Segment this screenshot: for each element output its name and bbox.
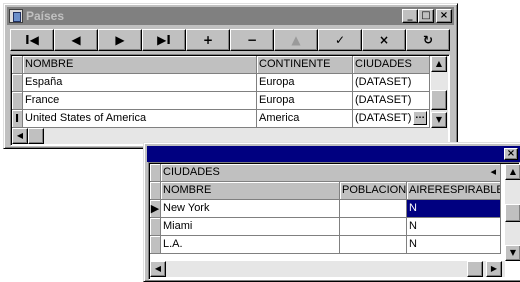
row-indicator [12, 74, 23, 92]
close-button[interactable]: × [436, 9, 452, 23]
column-header-nombre[interactable]: NOMBRE [161, 182, 340, 200]
column-header-aire[interactable]: AIRERESPIRABLE [407, 182, 501, 200]
table-row[interactable]: France Europa (DATASET) [12, 92, 430, 110]
paises-grid[interactable]: NOMBRE CONTINENTE CIUDADES España Europa… [10, 54, 450, 146]
column-header-poblacion[interactable]: POBLACION [340, 182, 407, 200]
cancel-edit-button[interactable]: × [362, 29, 406, 51]
scroll-down-button[interactable]: ▼ [431, 112, 447, 128]
scroll-down-button[interactable]: ▼ [505, 245, 520, 261]
band-title: CIUDADES [163, 166, 220, 178]
scroll-left-button[interactable]: ◀ [150, 261, 166, 277]
post-record-button[interactable]: ✓ [318, 29, 362, 51]
cell-nombre[interactable]: France [23, 92, 257, 110]
cell-poblacion[interactable] [340, 236, 407, 254]
vertical-scrollbar[interactable]: ▲ ▼ [505, 164, 520, 261]
cell-nombre[interactable]: España [23, 74, 257, 92]
band-header-row: CIUDADES ◂ [150, 164, 501, 182]
ellipsis-button[interactable]: … [413, 111, 427, 125]
cell-nombre[interactable]: Miami [161, 218, 340, 236]
grid-header-row: NOMBRE POBLACION AIRERESPIRABLE [150, 182, 501, 200]
header-indicator [150, 182, 161, 200]
scroll-left-button[interactable]: ◀ [12, 128, 28, 144]
minimize-button[interactable]: _ [402, 9, 418, 23]
cell-continente[interactable]: America [257, 110, 353, 128]
cell-continente[interactable]: Europa [257, 92, 353, 110]
header-indicator [12, 56, 23, 74]
cell-ciudades-text: (DATASET) [355, 112, 412, 124]
cell-ciudades[interactable]: (DATASET) [353, 74, 430, 92]
scroll-up-button[interactable]: ▲ [505, 164, 520, 180]
hscroll-thumb[interactable] [28, 128, 44, 144]
dataset-navigator: I◀ ◀ ▶ ▶I + − ▲ ✓ × ↻ [10, 29, 450, 51]
cell-poblacion[interactable] [340, 200, 407, 218]
band-indicator [150, 164, 161, 182]
paises-titlebar[interactable]: Países _ □ × [7, 7, 454, 25]
window-title: Países [26, 9, 65, 23]
maximize-button[interactable]: □ [418, 9, 434, 23]
cell-ciudades[interactable]: (DATASET) … [353, 110, 430, 128]
close-button[interactable]: × [504, 148, 518, 160]
hscroll-thumb[interactable] [467, 261, 483, 277]
cell-aire-selected[interactable]: N [407, 200, 501, 218]
table-row[interactable]: Miami N [150, 218, 501, 236]
table-row[interactable]: España Europa (DATASET) [12, 74, 430, 92]
last-record-button[interactable]: ▶I [142, 29, 186, 51]
prior-record-button[interactable]: ◀ [54, 29, 98, 51]
insert-record-button[interactable]: + [186, 29, 230, 51]
scroll-thumb[interactable] [505, 204, 520, 222]
cell-nombre[interactable]: New York [161, 200, 340, 218]
next-record-button[interactable]: ▶ [98, 29, 142, 51]
row-indicator [150, 218, 161, 236]
vertical-scrollbar[interactable]: ▲ ▼ [431, 56, 448, 128]
cell-nombre[interactable]: L.A. [161, 236, 340, 254]
grid-header-row: NOMBRE CONTINENTE CIUDADES [12, 56, 430, 74]
row-indicator [150, 236, 161, 254]
scroll-up-button[interactable]: ▲ [431, 56, 447, 72]
table-row[interactable]: L.A. N [150, 236, 501, 254]
cell-continente[interactable]: Europa [257, 74, 353, 92]
cell-poblacion[interactable] [340, 218, 407, 236]
column-header-continente[interactable]: CONTINENTE [257, 56, 353, 74]
row-indicator [12, 92, 23, 110]
cell-aire[interactable]: N [407, 218, 501, 236]
current-row-indicator: ▶ [150, 200, 161, 218]
scroll-right-button[interactable]: ▶ [486, 261, 502, 277]
horizontal-scrollbar[interactable]: ◀ ▶ [150, 261, 505, 277]
band-header: CIUDADES ◂ [161, 164, 501, 182]
cell-nombre[interactable]: United States of America [23, 110, 257, 128]
table-row[interactable]: ▶ New York N [150, 200, 501, 218]
ciudades-titlebar[interactable]: × [147, 146, 520, 162]
table-row[interactable]: I United States of America America (DATA… [12, 110, 430, 128]
ciudades-grid[interactable]: CIUDADES ◂ NOMBRE POBLACION AIRERESPIRAB… [148, 162, 520, 280]
current-row-indicator: I [12, 110, 23, 128]
column-header-nombre[interactable]: NOMBRE [23, 56, 257, 74]
scroll-thumb[interactable] [431, 90, 447, 110]
refresh-button[interactable]: ↻ [406, 29, 450, 51]
delete-record-button[interactable]: − [230, 29, 274, 51]
collapse-arrow-icon[interactable]: ◂ [490, 164, 496, 181]
cell-ciudades[interactable]: (DATASET) [353, 92, 430, 110]
first-record-button[interactable]: I◀ [10, 29, 54, 51]
cell-aire[interactable]: N [407, 236, 501, 254]
edit-record-button[interactable]: ▲ [274, 29, 318, 51]
app-icon[interactable] [9, 9, 23, 23]
column-header-ciudades[interactable]: CIUDADES [353, 56, 430, 74]
